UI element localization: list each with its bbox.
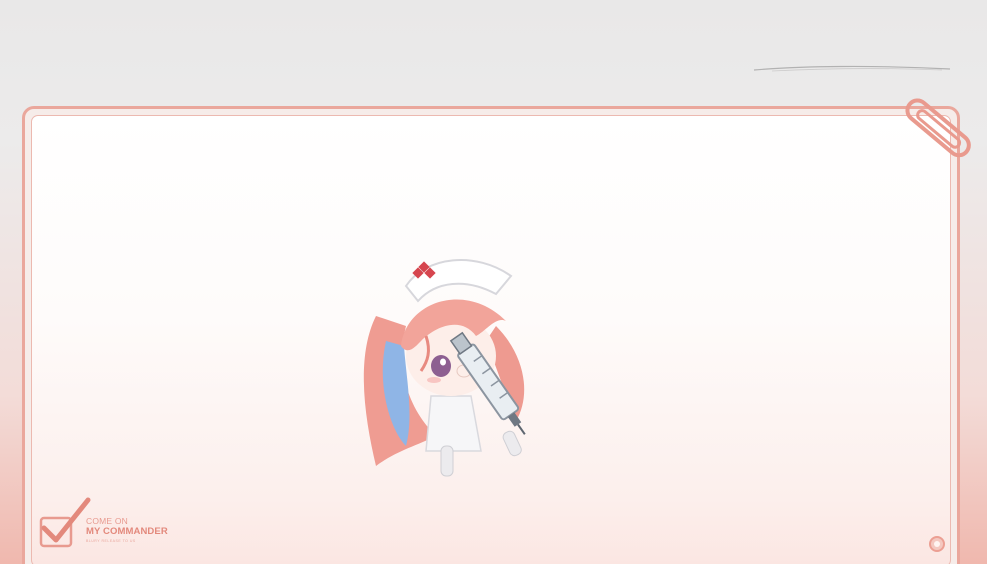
paper-clip-icon [905, 98, 971, 158]
circle-button-icon[interactable] [929, 536, 945, 552]
nurse-chibi-character [363, 259, 526, 477]
logo-line-1: COME ON [86, 516, 129, 526]
decorative-brush-line [753, 65, 951, 72]
come-on-commander-logo: COME ON MY COMMANDER BLURY RELEASE TO US [38, 496, 198, 552]
logo-text: COME ON MY COMMANDER BLURY RELEASE TO US [86, 517, 168, 544]
logo-line-3: BLURY RELEASE TO US [86, 539, 136, 543]
logo-line-2: MY COMMANDER [86, 525, 168, 537]
